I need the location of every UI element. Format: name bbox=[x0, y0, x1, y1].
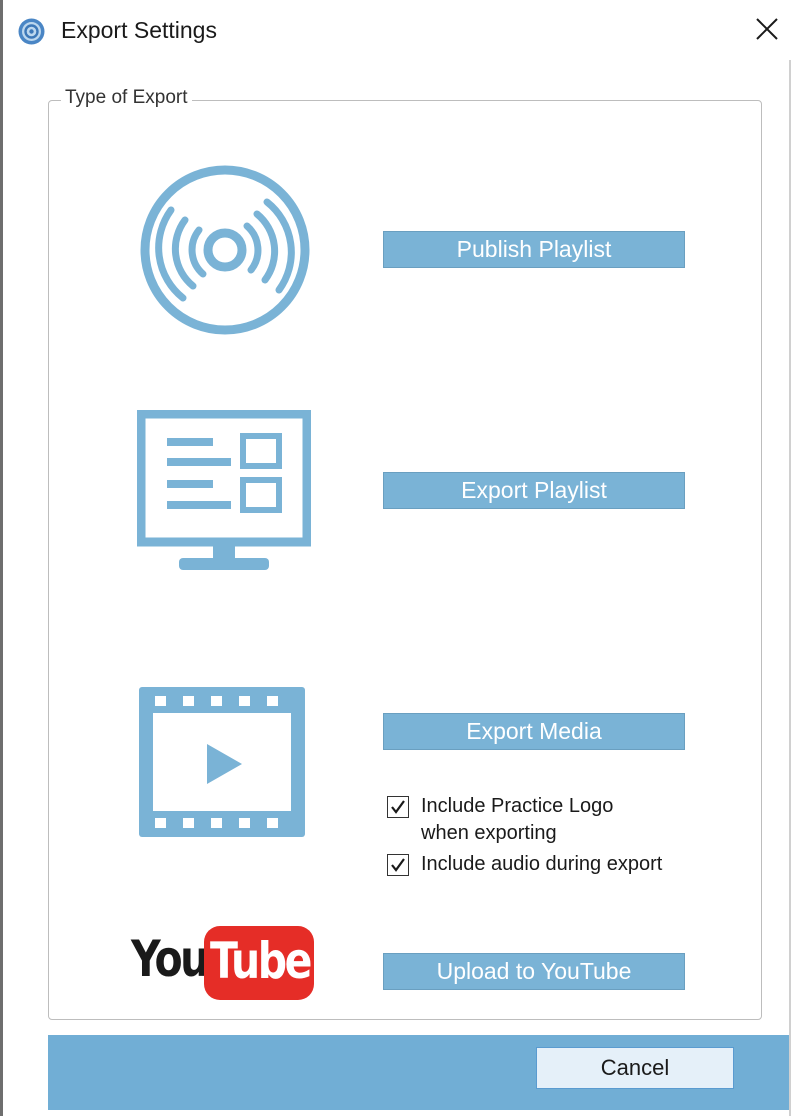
film-play-icon bbox=[139, 687, 305, 842]
window-title: Export Settings bbox=[61, 17, 217, 43]
cancel-button[interactable]: Cancel bbox=[536, 1047, 734, 1089]
title-bar: Export Settings bbox=[3, 0, 791, 62]
youtube-logo-you: You bbox=[131, 930, 209, 988]
include-logo-label: Include Practice Logo when exporting bbox=[421, 795, 614, 844]
include-audio-label: Include audio during export bbox=[421, 853, 663, 875]
publish-playlist-button[interactable]: Publish Playlist bbox=[383, 231, 685, 268]
export-playlist-button[interactable]: Export Playlist bbox=[383, 472, 685, 509]
export-media-button[interactable]: Export Media bbox=[383, 713, 685, 750]
monitor-playlist-icon bbox=[136, 409, 312, 579]
include-logo-checkbox[interactable] bbox=[387, 796, 409, 818]
app-logo-icon bbox=[18, 18, 45, 45]
close-icon bbox=[755, 17, 779, 46]
include-logo-option[interactable]: Include Practice Logo when exporting bbox=[387, 793, 613, 847]
include-audio-checkbox[interactable] bbox=[387, 854, 409, 876]
checkmark-icon bbox=[391, 858, 405, 872]
upload-youtube-button[interactable]: Upload to YouTube bbox=[383, 953, 685, 990]
disc-icon bbox=[139, 164, 311, 341]
checkmark-icon bbox=[391, 800, 405, 814]
youtube-logo-tube: Tube bbox=[210, 932, 312, 990]
youtube-logo-tube-badge: Tube bbox=[204, 926, 314, 1000]
close-button[interactable] bbox=[747, 12, 787, 50]
export-settings-window: Export Settings Type of Export Publish P… bbox=[0, 0, 791, 1116]
youtube-logo: You Tube bbox=[131, 922, 316, 1002]
groupbox-label: Type of Export bbox=[61, 87, 192, 109]
include-audio-option[interactable]: Include audio during export bbox=[387, 851, 662, 878]
